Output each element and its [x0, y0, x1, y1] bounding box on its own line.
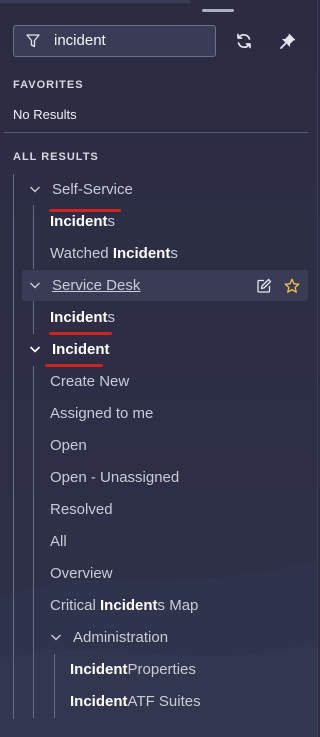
active-tab-indicator	[202, 9, 234, 12]
match-text: Incident	[70, 660, 128, 678]
tree-item-incident-atf-suites[interactable]: Incident ATF Suites	[70, 686, 201, 716]
star-icon[interactable]	[284, 278, 300, 294]
search-input[interactable]: incident	[13, 25, 216, 57]
tree-guide-administration	[54, 654, 55, 718]
tree-node-self-service[interactable]: Self-Service	[29, 174, 133, 204]
tree-guide-service-desk	[33, 301, 34, 334]
tree-item-all[interactable]: All	[50, 526, 67, 556]
chevron-down-icon	[29, 343, 41, 355]
chevron-down-icon	[50, 631, 62, 643]
favorites-heading: FAVORITES	[13, 79, 84, 91]
chevron-down-icon	[29, 279, 41, 291]
item-label: Open	[50, 436, 87, 454]
tree-node-incident[interactable]: Incident	[29, 334, 110, 364]
chevron-down-icon	[29, 183, 41, 195]
annotation-underline	[49, 209, 121, 212]
search-row: incident	[13, 25, 313, 57]
tree-node-administration[interactable]: Administration	[50, 622, 168, 652]
item-label: Assigned to me	[50, 404, 154, 422]
tree-item-open[interactable]: Open	[50, 430, 87, 460]
match-text: Incident	[50, 212, 108, 230]
match-text: Incident	[112, 244, 171, 262]
tree-item-create-new[interactable]: Create New	[50, 366, 129, 396]
tree-item-watched-incidents[interactable]: Watched Incident s	[50, 238, 178, 268]
tree-item-open-unassigned[interactable]: Open - Unassigned	[50, 462, 179, 492]
item-text-rest: s	[170, 244, 178, 262]
tree-item-incident-properties[interactable]: Incident Properties	[70, 654, 196, 684]
tree-item-incidents-service-desk[interactable]: Incident s	[50, 302, 115, 332]
tree-node-label: Service Desk	[52, 276, 141, 294]
item-text-pre: Critical	[50, 596, 96, 614]
tree-item-overview[interactable]: Overview	[50, 558, 113, 588]
item-label: Resolved	[50, 500, 113, 518]
navigator-panel: incident FAVORITES No Results ALL RESULT…	[0, 0, 318, 737]
item-text-rest: s	[107, 308, 116, 326]
favorites-empty-text: No Results	[13, 107, 77, 122]
item-label: Overview	[50, 564, 113, 582]
tree-item-assigned-to-me[interactable]: Assigned to me	[50, 398, 153, 428]
item-text-pre: Watched	[50, 244, 109, 262]
item-label: Open - Unassigned	[50, 468, 180, 486]
item-text-rest: Properties	[127, 660, 196, 678]
tree-node-service-desk[interactable]: Service Desk	[29, 270, 140, 300]
tree-guide-root	[13, 174, 14, 719]
refresh-icon[interactable]	[235, 32, 253, 50]
item-text-rest: ATF Suites	[127, 692, 201, 710]
tree-item-resolved[interactable]: Resolved	[50, 494, 113, 524]
tree-guide-incident	[33, 366, 34, 718]
panel-edge	[317, 0, 318, 737]
match-text: Incident	[70, 692, 128, 710]
filter-icon	[26, 34, 40, 48]
match-text: Incident	[50, 308, 108, 326]
item-text-rest: s	[107, 212, 116, 230]
tree-node-label: Self-Service	[52, 180, 133, 198]
item-label: All	[50, 532, 67, 550]
tree-node-label: Administration	[73, 628, 169, 646]
all-results-heading: ALL RESULTS	[13, 151, 99, 163]
tree-node-label: Incident	[52, 340, 110, 358]
search-input-value: incident	[54, 32, 106, 49]
top-border	[0, 0, 190, 3]
pin-icon[interactable]	[279, 32, 297, 50]
section-divider	[4, 132, 308, 133]
edit-icon[interactable]	[256, 278, 272, 294]
match-text: Incident	[100, 596, 158, 614]
item-label: Create New	[50, 372, 130, 390]
tree-guide-self-service	[33, 205, 34, 269]
tree-item-critical-incidents-map[interactable]: Critical Incident s Map	[50, 590, 198, 620]
item-text-rest: s Map	[157, 596, 199, 614]
